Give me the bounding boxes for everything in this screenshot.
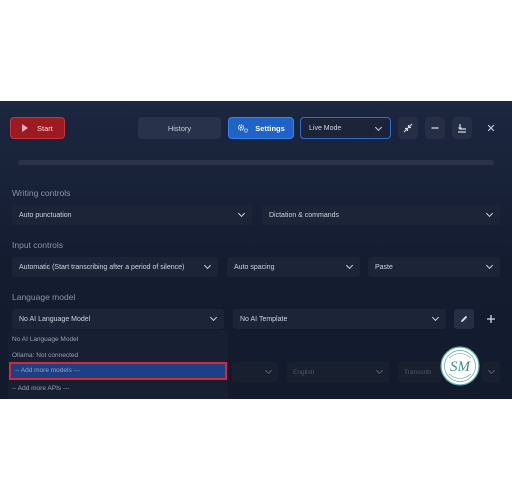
dictation-select-value: Dictation & commands: [269, 211, 340, 219]
settings-button-label: Settings: [255, 123, 285, 133]
add-template-button[interactable]: [481, 309, 501, 329]
chevron-down-icon: [375, 366, 384, 375]
speech-language-select[interactable]: English: [287, 362, 389, 382]
language-model-select[interactable]: No AI Language Model: [12, 309, 224, 329]
dropdown-option-label: -- Add more models ---: [15, 367, 81, 374]
gears-icon: [238, 124, 249, 133]
language-model-dropdown: No AI Language Model Ollama: Not connect…: [8, 330, 228, 399]
app-window: Start History Settings Live Mode ✕ Writi…: [0, 101, 512, 399]
chevron-down-icon: [264, 366, 273, 375]
edit-template-button[interactable]: [454, 309, 474, 329]
chevron-down-icon: [487, 366, 496, 375]
pencil-icon: [461, 315, 468, 322]
chevron-down-icon: [431, 313, 440, 322]
chevron-down-icon: [374, 123, 383, 132]
mode-select[interactable]: Live Mode: [300, 117, 391, 139]
template-select[interactable]: No AI Template: [233, 309, 446, 329]
history-button-label: History: [167, 123, 192, 133]
speech-service-select[interactable]: Transcrib: [398, 362, 442, 382]
speech-language-value: English: [293, 368, 315, 376]
minimize-window-button[interactable]: [398, 117, 418, 139]
writing-controls-heading: Writing controls: [12, 188, 71, 198]
dropdown-option[interactable]: -- Add more APIs ---: [12, 385, 69, 392]
dropdown-option[interactable]: Ollama: Not connected: [12, 352, 78, 359]
template-select-value: No AI Template: [240, 315, 288, 323]
plus-icon: [487, 315, 495, 323]
history-button[interactable]: History: [138, 117, 221, 139]
settings-button[interactable]: Settings: [228, 117, 294, 139]
speech-engine-select[interactable]: [232, 362, 278, 382]
language-model-select-value: No AI Language Model: [19, 315, 91, 323]
output-select[interactable]: Paste: [368, 257, 500, 277]
trigger-select-value: Automatic (Start transcribing after a pe…: [19, 263, 185, 271]
speech-service-value: Transcrib: [404, 368, 431, 376]
sm-logo: SM: [440, 346, 480, 386]
dropdown-option-highlighted[interactable]: -- Add more models ---: [9, 362, 227, 380]
dictation-select[interactable]: Dictation & commands: [262, 205, 500, 225]
punctuation-select[interactable]: Auto punctuation: [12, 205, 252, 225]
punctuation-select-value: Auto punctuation: [19, 211, 72, 219]
collapse-arrows-icon: [403, 123, 413, 133]
progress-track: [18, 160, 494, 165]
dock-arrow-icon: [458, 124, 466, 133]
play-icon: [22, 124, 28, 132]
spacing-select[interactable]: Auto spacing: [227, 257, 360, 277]
start-button-label: Start: [37, 123, 53, 133]
close-icon: ✕: [486, 122, 496, 135]
trigger-select[interactable]: Automatic (Start transcribing after a pe…: [12, 257, 218, 277]
dropdown-option[interactable]: No AI Language Model: [12, 336, 78, 343]
dock-button[interactable]: [452, 117, 472, 139]
close-button[interactable]: ✕: [484, 119, 498, 137]
chevron-down-icon: [485, 209, 494, 218]
minimize-button[interactable]: [425, 117, 445, 139]
chevron-down-icon: [345, 261, 354, 270]
mode-select-value: Live Mode: [309, 124, 342, 132]
chevron-down-icon: [203, 261, 212, 270]
chevron-down-icon: [237, 209, 246, 218]
chevron-down-icon: [485, 261, 494, 270]
svg-text:SM: SM: [450, 359, 472, 375]
start-button[interactable]: Start: [10, 117, 65, 139]
chevron-down-icon: [209, 313, 218, 322]
input-controls-heading: Input controls: [12, 240, 64, 250]
minus-icon: [431, 127, 439, 129]
output-select-value: Paste: [375, 263, 393, 271]
spacing-select-value: Auto spacing: [234, 263, 275, 271]
speech-extra-select[interactable]: [482, 362, 500, 382]
language-model-heading: Language model: [12, 292, 76, 302]
